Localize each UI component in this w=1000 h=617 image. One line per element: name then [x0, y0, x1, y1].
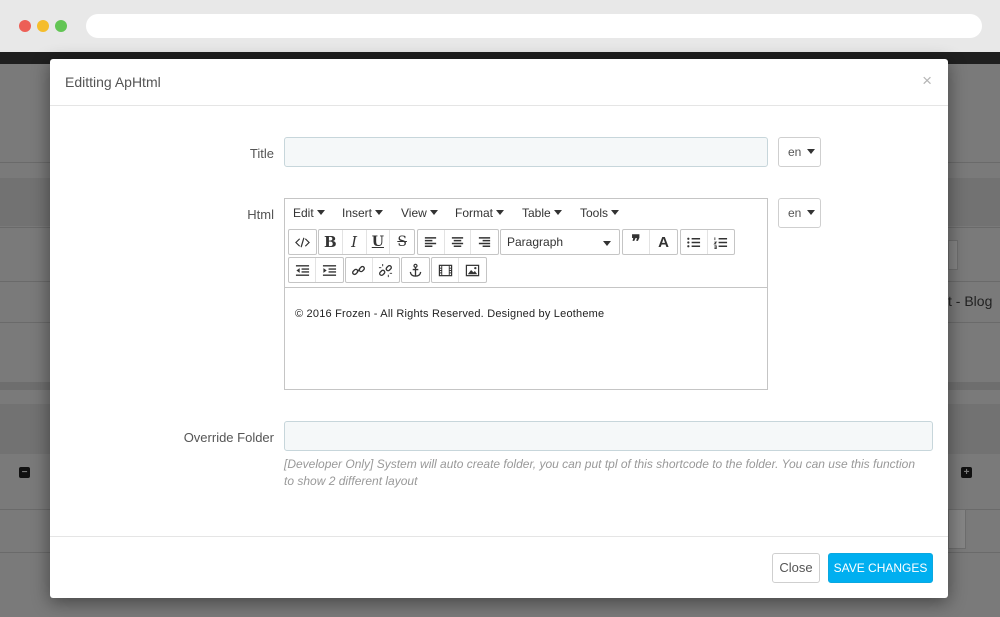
backdrop-box: [948, 509, 966, 549]
toolbar-group: [288, 229, 317, 255]
underline-icon[interactable]: U: [367, 230, 391, 254]
bold-icon[interactable]: B: [319, 230, 343, 254]
title-language-dropdown[interactable]: en: [778, 137, 821, 167]
anchor-icon[interactable]: [402, 258, 429, 282]
chevron-down-icon: [429, 210, 438, 216]
toolbar-group: [401, 257, 430, 283]
override-folder-input[interactable]: [284, 421, 933, 451]
toolbar-group: [680, 229, 735, 255]
editor-toolbar-row: B I U S Paragraph ❞ A: [285, 229, 767, 257]
image-icon[interactable]: [459, 258, 486, 282]
save-changes-button[interactable]: SAVE CHANGES: [828, 553, 933, 583]
editor-toolbar-row: [285, 257, 767, 285]
editor-menubar: Edit Insert View Format Table Tools: [285, 199, 767, 227]
rich-text-editor: Edit Insert View Format Table Tools B I …: [284, 198, 768, 390]
address-bar[interactable]: [86, 14, 982, 38]
italic-icon[interactable]: I: [343, 230, 367, 254]
outdent-icon[interactable]: [289, 258, 316, 282]
window-minimize-dot[interactable]: [37, 20, 49, 32]
toolbar-group: B I U S: [318, 229, 415, 255]
menu-tools[interactable]: Tools: [580, 206, 620, 220]
block-format-value[interactable]: Paragraph: [501, 230, 619, 254]
chevron-down-icon: [553, 210, 562, 216]
modal-header: Editting ApHtml ×: [50, 59, 948, 106]
title-label: Title: [249, 146, 274, 161]
align-left-icon[interactable]: [418, 230, 445, 254]
chevron-down-icon: [611, 210, 620, 216]
menu-insert[interactable]: Insert: [342, 206, 384, 220]
toolbar-group: [288, 257, 344, 283]
modal-footer: Close SAVE CHANGES: [50, 536, 948, 598]
media-icon[interactable]: [432, 258, 459, 282]
modal-title: Editting ApHtml: [65, 74, 161, 90]
strikethrough-icon[interactable]: S: [390, 230, 414, 254]
unlink-icon[interactable]: [373, 258, 399, 282]
menu-format[interactable]: Format: [455, 206, 505, 220]
close-icon[interactable]: ×: [922, 72, 932, 89]
collapse-icon: −: [19, 467, 30, 478]
language-code: en: [788, 145, 802, 159]
text-color-icon[interactable]: A: [650, 230, 677, 254]
menu-label: Format: [455, 206, 494, 220]
menu-table[interactable]: Table: [522, 206, 562, 220]
title-input[interactable]: [284, 137, 768, 167]
override-folder-help: [Developer Only] System will auto create…: [284, 457, 916, 488]
menu-edit[interactable]: Edit: [293, 206, 325, 220]
align-right-icon[interactable]: [471, 230, 498, 254]
chevron-down-icon: [496, 210, 505, 216]
override-folder-label: Override Folder: [183, 430, 274, 445]
block-format-select[interactable]: Paragraph: [500, 229, 620, 255]
chevron-down-icon: [316, 210, 325, 216]
chevron-down-icon: [375, 210, 384, 216]
menu-label: Insert: [342, 206, 373, 220]
toolbar-group: [431, 257, 487, 283]
blockquote-icon[interactable]: ❞: [623, 230, 650, 254]
link-icon[interactable]: [346, 258, 373, 282]
window-close-dot[interactable]: [19, 20, 31, 32]
edit-modal: Editting ApHtml × Title en Html en Edit …: [50, 59, 948, 598]
html-language-dropdown[interactable]: en: [778, 198, 821, 228]
backdrop-blog-text: t - Blog: [948, 293, 993, 309]
editor-content-area[interactable]: © 2016 Frozen - All Rights Reserved. Des…: [285, 287, 767, 389]
language-code: en: [788, 206, 802, 220]
toolbar-group: [345, 257, 400, 283]
menu-label: Edit: [293, 206, 314, 220]
window-maximize-dot[interactable]: [55, 20, 67, 32]
backdrop-box: [948, 240, 958, 270]
indent-icon[interactable]: [316, 258, 343, 282]
menu-label: View: [401, 206, 427, 220]
close-button[interactable]: Close: [772, 553, 820, 583]
toolbar-group: ❞ A: [622, 229, 678, 255]
chevron-down-icon: [806, 210, 815, 216]
chevron-down-icon: [806, 149, 815, 155]
toolbar-group: [417, 229, 499, 255]
menu-view[interactable]: View: [401, 206, 438, 220]
browser-chrome: [0, 0, 1000, 52]
menu-label: Table: [522, 206, 551, 220]
expand-icon: +: [961, 467, 972, 478]
menu-label: Tools: [580, 206, 609, 220]
chevron-down-icon: [603, 241, 611, 246]
numbered-list-icon[interactable]: [708, 230, 734, 254]
bullet-list-icon[interactable]: [681, 230, 708, 254]
code-icon[interactable]: [289, 230, 316, 254]
align-center-icon[interactable]: [445, 230, 472, 254]
block-format-label: Paragraph: [507, 235, 564, 249]
html-label: Html: [247, 207, 274, 222]
